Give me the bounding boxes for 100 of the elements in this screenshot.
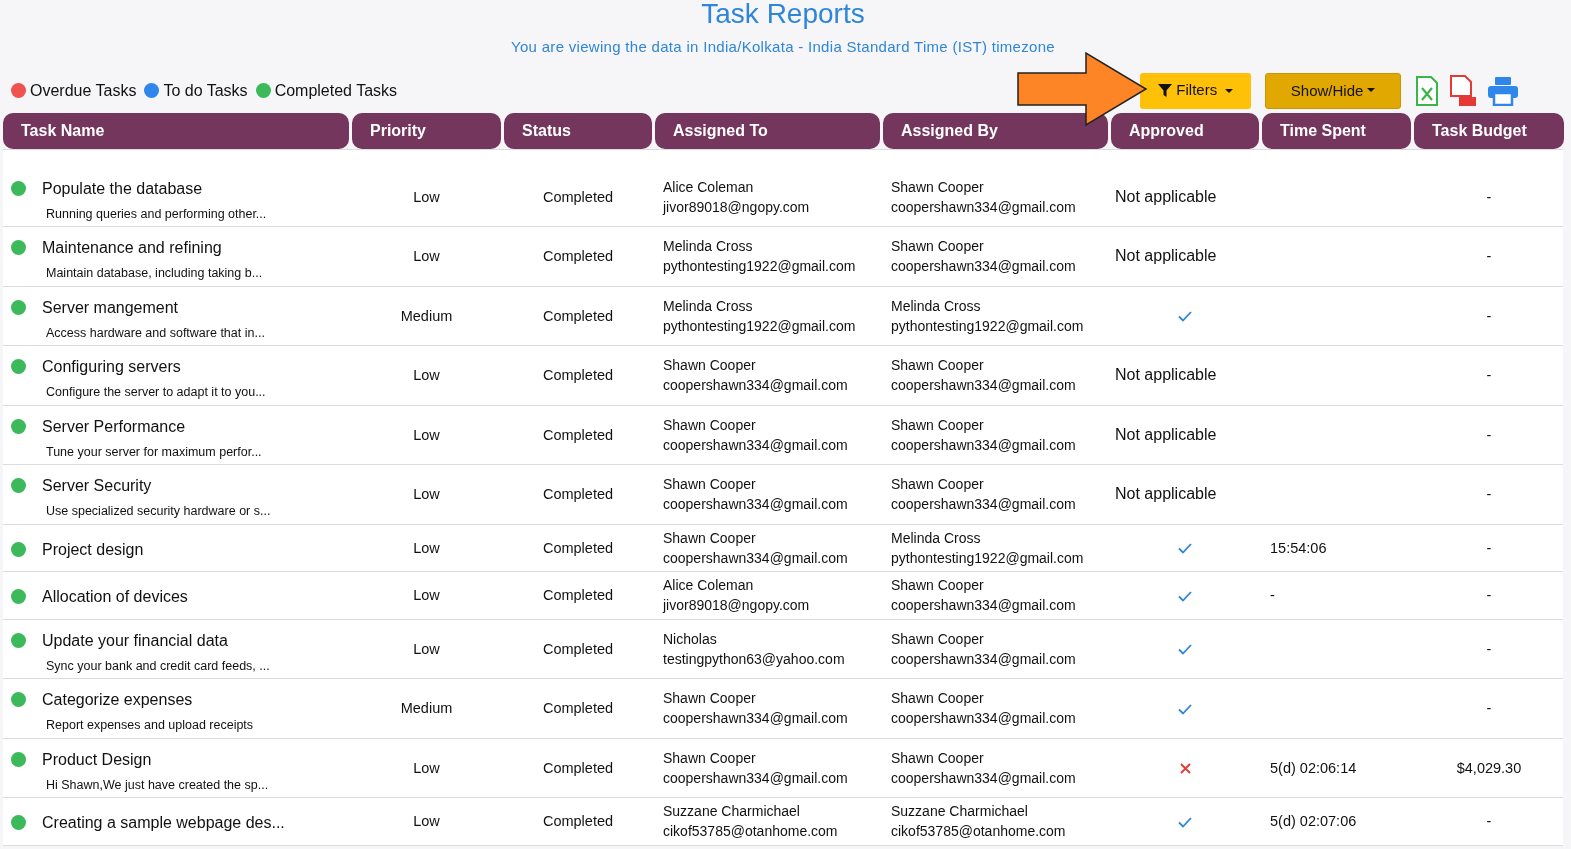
- check-icon: [1178, 703, 1192, 715]
- time-spent-text: 15:54:06: [1270, 539, 1327, 556]
- pdf-export-icon[interactable]: [1449, 74, 1477, 107]
- person-name: Suzzane Charmichael: [663, 802, 801, 822]
- task-description: Maintain database, including taking b...: [46, 265, 263, 282]
- priority-text: Medium: [400, 700, 453, 717]
- task-description: Report expenses and upload receipts: [46, 717, 254, 734]
- person-email: coopershawn334@gmail.com: [663, 495, 849, 515]
- status-text: Completed: [542, 640, 614, 657]
- person-name: Melinda Cross: [663, 296, 754, 316]
- person-email: coopershawn334@gmail.com: [663, 768, 849, 788]
- person-name: Melinda Cross: [663, 237, 754, 257]
- task-description: Hi Shawn,We just have created the sp...: [46, 776, 269, 794]
- status-text: Completed: [542, 307, 614, 324]
- priority-text: Low: [413, 813, 440, 830]
- person-name: Shawn Cooper: [891, 689, 985, 709]
- person-email: cikof53785@otanhome.com: [891, 822, 1067, 842]
- task-description: Access hardware and software that in...: [46, 324, 265, 342]
- person-email: coopershawn334@gmail.com: [891, 197, 1077, 217]
- person-email: coopershawn334@gmail.com: [663, 376, 849, 396]
- legend-label: To do Tasks: [163, 80, 248, 101]
- person-email: jivor89018@ngopy.com: [663, 596, 811, 616]
- budget-text: -: [1486, 539, 1492, 556]
- cross-icon: [1179, 763, 1191, 774]
- task-description: Running queries and performing other...: [46, 205, 267, 223]
- budget-text: $4,029.30: [1456, 759, 1522, 776]
- person-name: Nicholas: [663, 629, 718, 649]
- column-header: Status: [504, 112, 652, 149]
- priority-text: Low: [413, 539, 440, 556]
- task-name: Update your financial data: [42, 630, 229, 651]
- task-description: Configure the server to adapt it to you...: [46, 384, 266, 401]
- person-email: coopershawn334@gmail.com: [891, 376, 1077, 396]
- person-name: Alice Coleman: [663, 177, 755, 197]
- person-name: Suzzane Charmichael: [891, 802, 1029, 822]
- column-header: Approved: [1111, 112, 1259, 149]
- person-email: pythontesting1922@gmail.com: [663, 257, 857, 277]
- budget-text: -: [1486, 307, 1492, 324]
- spreadsheet-export-icon[interactable]: [1415, 75, 1439, 106]
- person-email: coopershawn334@gmail.com: [891, 596, 1077, 616]
- check-icon: [1178, 816, 1192, 828]
- person-email: coopershawn334@gmail.com: [891, 495, 1077, 515]
- column-header: Task Budget: [1414, 112, 1564, 149]
- budget-text: -: [1486, 700, 1492, 717]
- column-header: Assigned By: [883, 112, 1108, 149]
- filters-button[interactable]: Filters: [1140, 72, 1251, 109]
- person-email: coopershawn334@gmail.com: [891, 709, 1077, 729]
- task-name: Maintenance and refining: [42, 238, 223, 258]
- time-spent-text: 5(d) 02:07:06: [1270, 813, 1357, 830]
- person-name: Melinda Cross: [891, 528, 982, 548]
- task-description: Use specialized security hardware or s...: [46, 503, 271, 520]
- task-name: Product Design: [42, 749, 153, 770]
- priority-text: Low: [413, 367, 440, 384]
- task-name: Creating a sample webpage des...: [42, 813, 285, 833]
- person-email: coopershawn334@gmail.com: [891, 649, 1077, 669]
- person-name: Shawn Cooper: [891, 237, 985, 257]
- task-name: Configuring servers: [42, 357, 182, 377]
- time-spent-text: 5(d) 02:06:14: [1270, 759, 1357, 776]
- column-header: Task Name: [3, 112, 349, 149]
- task-name: Server Security: [42, 476, 153, 496]
- priority-text: Low: [413, 486, 440, 503]
- status-text: Completed: [542, 426, 614, 443]
- check-icon: [1178, 644, 1192, 655]
- status-text: Completed: [542, 486, 614, 503]
- status-text: Completed: [542, 367, 614, 384]
- task-name: Server Performance: [42, 416, 187, 437]
- person-name: Alice Coleman: [663, 576, 755, 596]
- task-name: Server mangement: [42, 297, 180, 318]
- task-name: Allocation of devices: [42, 587, 188, 607]
- approval-text: Not applicable: [1115, 187, 1217, 205]
- approval-text: Not applicable: [1115, 425, 1217, 443]
- task-name: Populate the database: [42, 178, 204, 199]
- legend-label: Completed Tasks: [274, 80, 398, 101]
- page-title: Task Reports: [701, 0, 865, 28]
- task-name: Project design: [42, 539, 144, 560]
- person-name: Shawn Cooper: [891, 356, 985, 376]
- priority-text: Low: [413, 640, 440, 657]
- person-name: Shawn Cooper: [663, 475, 757, 495]
- status-text: Completed: [542, 539, 614, 556]
- person-name: Shawn Cooper: [663, 528, 757, 548]
- budget-text: -: [1486, 248, 1492, 265]
- printer-icon[interactable]: [1487, 75, 1519, 106]
- person-email: coopershawn334@gmail.com: [663, 548, 849, 568]
- priority-text: Low: [413, 759, 440, 776]
- person-email: coopershawn334@gmail.com: [891, 435, 1077, 455]
- show-hide-button[interactable]: Show/Hide: [1265, 72, 1401, 109]
- filter-icon: [1158, 84, 1173, 97]
- budget-text: -: [1486, 640, 1492, 657]
- person-name: Shawn Cooper: [663, 689, 757, 709]
- priority-text: Low: [413, 188, 440, 205]
- column-header: Assigned To: [655, 112, 880, 149]
- budget-text: -: [1486, 426, 1492, 443]
- budget-text: -: [1486, 486, 1492, 503]
- person-name: Shawn Cooper: [663, 415, 757, 435]
- task-description: Sync your bank and credit card feeds, ...: [46, 657, 270, 675]
- person-name: Shawn Cooper: [891, 177, 985, 197]
- person-name: Shawn Cooper: [891, 748, 985, 768]
- column-header: Time Spent: [1262, 112, 1411, 149]
- person-email: coopershawn334@gmail.com: [891, 768, 1077, 788]
- task-name: Categorize expenses: [42, 690, 194, 710]
- person-name: Shawn Cooper: [891, 629, 985, 649]
